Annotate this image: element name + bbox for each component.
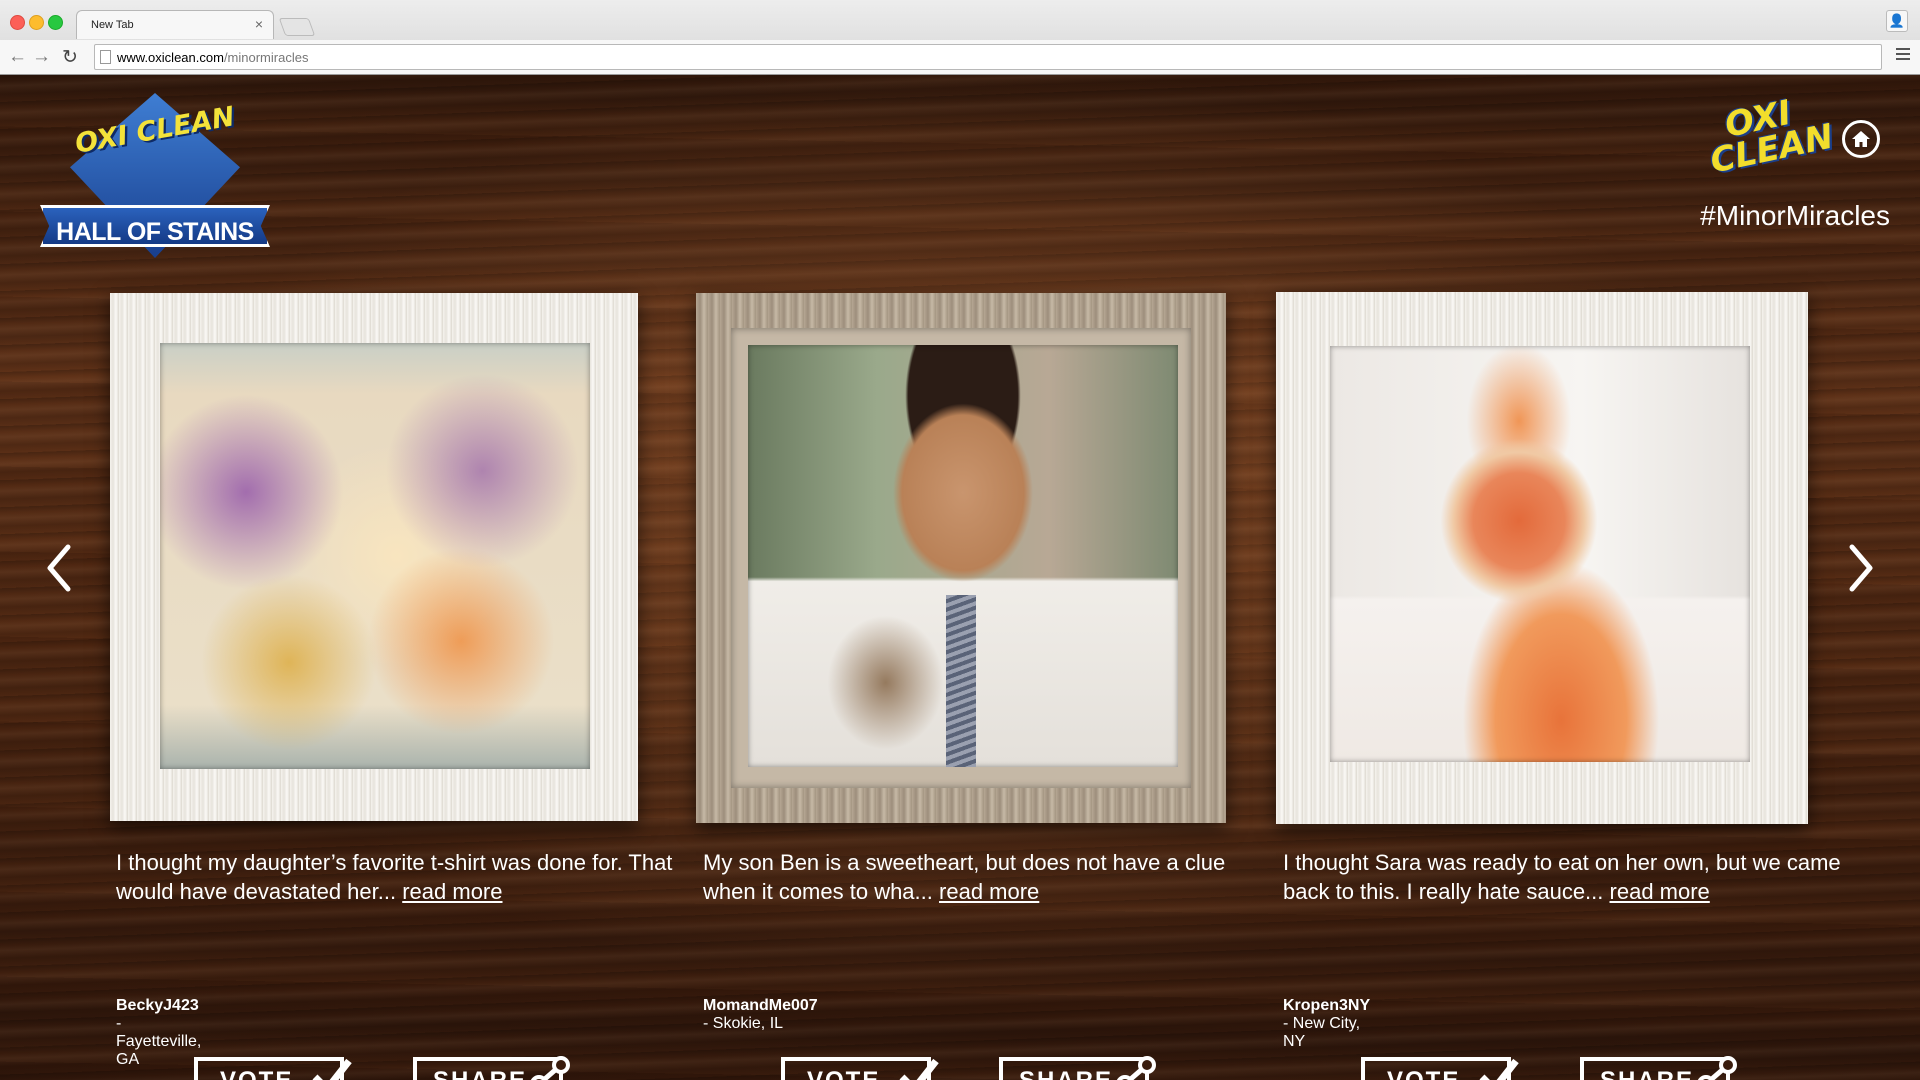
read-more-link[interactable]: read more <box>939 879 1039 904</box>
oxiclean-logo[interactable]: OXI CLEAN <box>1701 92 1837 182</box>
share-button[interactable]: SHARE <box>1580 1056 1737 1080</box>
vote-label: VOTE <box>807 1061 880 1080</box>
share-icon <box>530 1056 570 1080</box>
checkmark-icon <box>1479 1058 1519 1080</box>
chevron-left-icon[interactable] <box>44 543 74 593</box>
url-path: /minormiracles <box>223 50 309 65</box>
browser-chrome: New Tab × 👤 ← → ↻ www.oxiclean.com/minor… <box>0 0 1920 75</box>
entry-username: MomandMe007 <box>703 997 818 1014</box>
close-window-button[interactable] <box>10 15 25 30</box>
new-tab-button[interactable] <box>278 18 316 36</box>
forward-icon[interactable]: → <box>32 46 51 68</box>
maximize-window-button[interactable] <box>48 15 63 30</box>
entry-location: - Fayetteville, GA <box>116 1015 202 1068</box>
vote-button[interactable]: VOTE <box>194 1057 352 1080</box>
vote-label: VOTE <box>1387 1061 1460 1080</box>
address-bar[interactable]: www.oxiclean.com/minormiracles <box>94 44 1882 70</box>
page-content: OXI CLEAN HALL OF STAINS OXI CLEAN #Mino… <box>0 75 1920 1080</box>
entry-byline: BeckyJ423 - Fayetteville, GA <box>116 997 201 1069</box>
entry-username: Kropen3NY <box>1283 997 1371 1014</box>
url-host: www.oxiclean.com <box>117 50 224 65</box>
share-icon <box>1697 1056 1737 1080</box>
minimize-window-button[interactable] <box>29 15 44 30</box>
home-button[interactable] <box>1842 120 1880 158</box>
page-icon <box>100 50 111 64</box>
tab-close-icon[interactable]: × <box>255 16 263 32</box>
entry-byline: MomandMe007 - Skokie, IL <box>703 997 818 1033</box>
browser-toolbar: ← → ↻ www.oxiclean.com/minormiracles <box>0 40 1920 74</box>
photo-frame <box>110 293 638 821</box>
share-button[interactable]: SHARE <box>413 1056 570 1080</box>
entry-photo-tshirt[interactable] <box>160 343 590 769</box>
vote-button[interactable]: VOTE <box>1361 1057 1519 1080</box>
share-label: SHARE <box>433 1061 527 1080</box>
tab-title: New Tab <box>91 19 134 31</box>
entry-location: - New City, NY <box>1283 1015 1361 1050</box>
entry-username: BeckyJ423 <box>116 997 199 1014</box>
entry-caption: I thought my daughter’s favorite t-shirt… <box>116 848 676 906</box>
share-icon <box>1116 1056 1156 1080</box>
reload-icon[interactable]: ↻ <box>62 46 78 69</box>
caption-text: I thought my daughter’s favorite t-shirt… <box>116 850 673 904</box>
vote-button[interactable]: VOTE <box>781 1057 939 1080</box>
hall-of-stains-logo[interactable]: OXI CLEAN HALL OF STAINS <box>40 93 270 258</box>
chevron-right-icon[interactable] <box>1846 543 1876 593</box>
back-icon[interactable]: ← <box>8 46 27 68</box>
entry-photo-baby[interactable] <box>1330 346 1750 762</box>
share-label: SHARE <box>1019 1061 1113 1080</box>
checkmark-icon <box>899 1058 939 1080</box>
entry-caption: My son Ben is a sweetheart, but does not… <box>703 848 1263 906</box>
vote-label: VOTE <box>220 1061 293 1080</box>
share-label: SHARE <box>1600 1061 1694 1080</box>
read-more-link[interactable]: read more <box>402 879 502 904</box>
read-more-link[interactable]: read more <box>1610 879 1710 904</box>
photo-frame <box>1276 292 1808 824</box>
menu-icon[interactable] <box>1896 48 1910 60</box>
badge-title: HALL OF STAINS <box>56 218 254 246</box>
share-button[interactable]: SHARE <box>999 1056 1156 1080</box>
browser-tab[interactable]: New Tab × <box>76 10 274 39</box>
entry-caption: I thought Sara was ready to eat on her o… <box>1283 848 1843 906</box>
caption-text: I thought Sara was ready to eat on her o… <box>1283 850 1841 904</box>
home-icon <box>1852 131 1870 147</box>
entry-photo-boy[interactable] <box>748 345 1178 767</box>
entry-byline: Kropen3NY - New City, NY <box>1283 997 1370 1051</box>
profile-icon[interactable]: 👤 <box>1886 10 1908 32</box>
checkmark-icon <box>312 1058 352 1080</box>
entry-location: - Skokie, IL <box>703 1015 784 1032</box>
url-text: www.oxiclean.com/minormiracles <box>117 50 308 65</box>
photo-frame <box>696 293 1226 823</box>
hashtag: #MinorMiracles <box>1700 200 1890 231</box>
photo-tie <box>946 595 976 767</box>
